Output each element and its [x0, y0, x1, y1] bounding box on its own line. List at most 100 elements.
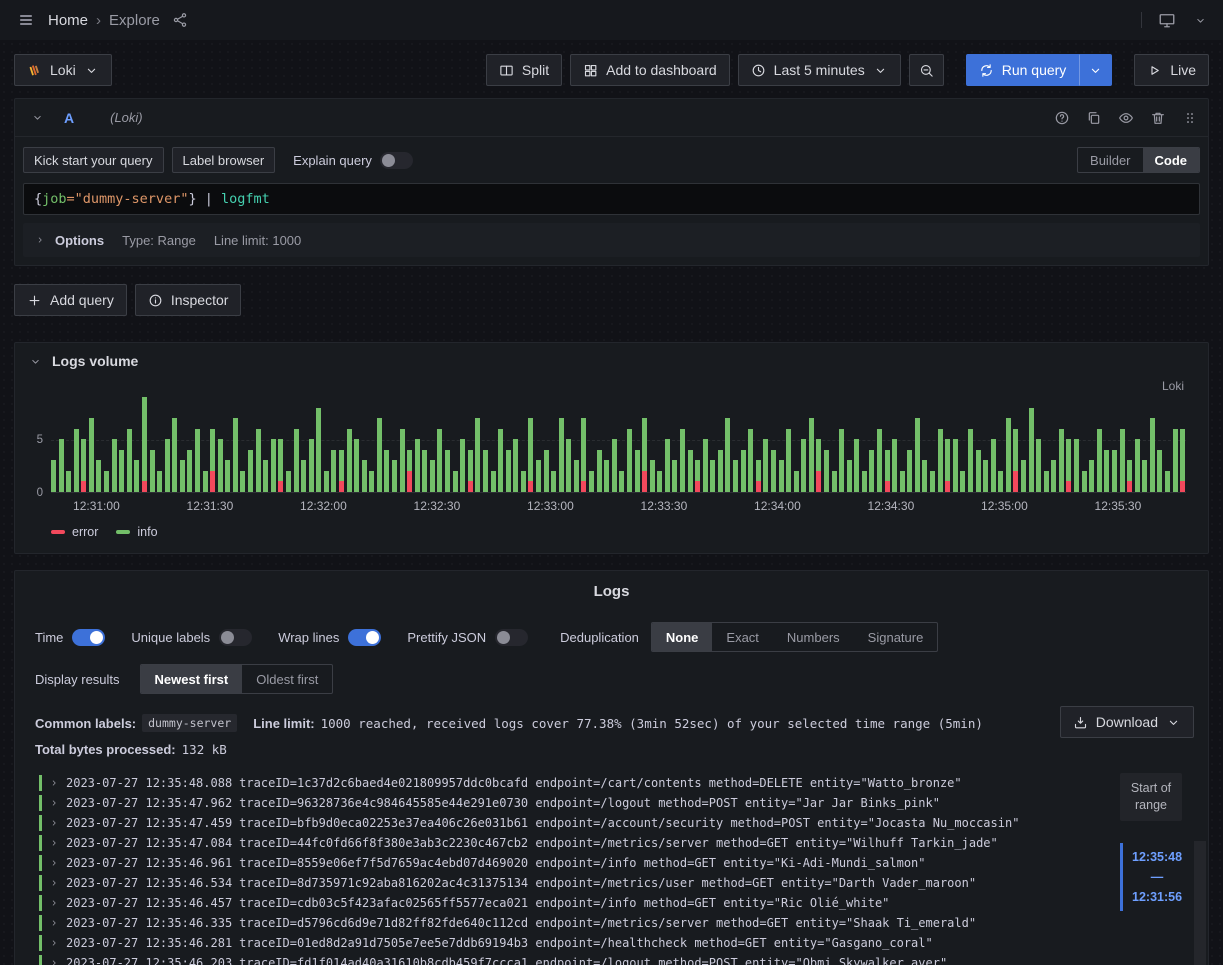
wrap-lines-toggle[interactable]: [348, 629, 381, 646]
options-chevron-right-icon[interactable]: [35, 235, 45, 245]
log-row[interactable]: 2023-07-27 12:35:46.281 traceID=01ed8d2a…: [39, 933, 1088, 953]
download-button[interactable]: Download: [1060, 706, 1194, 738]
kick-start-query-button[interactable]: Kick start your query: [23, 147, 164, 173]
oldest-first-option[interactable]: Oldest first: [242, 665, 332, 693]
deduplication-switch: None Exact Numbers Signature: [651, 622, 938, 652]
query-options-row[interactable]: Options Type: Range Line limit: 1000: [23, 223, 1200, 257]
time-toggle-label: Time: [35, 630, 63, 645]
query-code-input[interactable]: {job="dummy-server"} | logfmt: [23, 183, 1200, 215]
common-labels-badge: dummy-server: [142, 714, 237, 732]
log-timestamp: 2023-07-27 12:35:46.335: [66, 916, 232, 930]
legend-label: info: [137, 525, 157, 539]
legend-item-info[interactable]: info: [116, 525, 157, 539]
prettify-json-toggle[interactable]: [495, 629, 528, 646]
log-message: traceID=96328736e4c984645585e44e291e0730…: [239, 796, 940, 810]
log-rows: 2023-07-27 12:35:48.088 traceID=1c37d2c6…: [39, 773, 1208, 965]
time-toggle[interactable]: [72, 629, 105, 646]
x-axis: 12:31:0012:31:3012:32:0012:32:3012:33:00…: [51, 497, 1186, 519]
time-range-picker[interactable]: Last 5 minutes: [738, 54, 901, 86]
x-axis-tick: 12:33:30: [641, 499, 688, 513]
chart-legend: error info: [51, 525, 1186, 539]
datasource-picker[interactable]: Loki: [14, 54, 112, 86]
logs-volume-collapse-icon[interactable]: [27, 353, 44, 370]
log-row[interactable]: 2023-07-27 12:35:46.203 traceID=fd1f014a…: [39, 953, 1088, 965]
add-to-dashboard-button[interactable]: Add to dashboard: [570, 54, 730, 86]
breadcrumb-separator-icon: ›: [96, 12, 101, 29]
code-mode-option[interactable]: Code: [1143, 148, 1200, 172]
zoom-out-button[interactable]: [909, 54, 944, 86]
total-bytes-value: 132 kB: [182, 742, 227, 757]
log-row[interactable]: 2023-07-27 12:35:46.457 traceID=cdb03c5f…: [39, 893, 1088, 913]
log-timestamp: 2023-07-27 12:35:46.534: [66, 876, 232, 890]
log-row[interactable]: 2023-07-27 12:35:48.088 traceID=1c37d2c6…: [39, 773, 1088, 793]
line-limit-value: 1000 reached, received logs cover 77.38%…: [321, 716, 983, 731]
add-query-button[interactable]: Add query: [14, 284, 127, 316]
delete-query-trash-icon[interactable]: [1150, 110, 1166, 126]
breadcrumb-home[interactable]: Home: [48, 12, 88, 29]
explain-query-toggle[interactable]: [380, 152, 413, 169]
log-row[interactable]: 2023-07-27 12:35:47.459 traceID=bfb9d0ec…: [39, 813, 1088, 833]
x-axis-tick: 12:32:00: [300, 499, 347, 513]
expand-chevron-icon: [49, 878, 59, 888]
total-bytes-label: Total bytes processed:: [35, 742, 176, 757]
log-row[interactable]: 2023-07-27 12:35:46.534 traceID=8d735971…: [39, 873, 1088, 893]
download-icon: [1073, 715, 1088, 730]
query-token: job: [42, 191, 66, 207]
log-level-indicator: [39, 795, 42, 811]
datasource-name: Loki: [50, 62, 76, 78]
run-query-interval-dropdown[interactable]: [1079, 54, 1112, 86]
y-axis-tick: 5: [37, 434, 43, 446]
split-button[interactable]: Split: [486, 54, 562, 86]
x-axis-tick: 12:34:30: [868, 499, 915, 513]
duplicate-query-icon[interactable]: [1086, 110, 1102, 126]
expand-chevron-icon: [49, 938, 59, 948]
range-from: 12:35:48: [1132, 847, 1182, 867]
expand-chevron-icon: [49, 838, 59, 848]
log-message: traceID=8d735971c92aba816202ac4c31375134…: [239, 876, 976, 890]
wrap-lines-toggle-label: Wrap lines: [278, 630, 339, 645]
kiosk-monitor-icon[interactable]: [1156, 9, 1178, 31]
dedup-option-numbers[interactable]: Numbers: [773, 623, 854, 651]
live-button[interactable]: Live: [1134, 54, 1209, 86]
log-timestamp: 2023-07-27 12:35:46.961: [66, 856, 232, 870]
newest-first-option[interactable]: Newest first: [141, 665, 243, 693]
toggle-visibility-eye-icon[interactable]: [1118, 110, 1134, 126]
explain-query-label: Explain query: [293, 153, 372, 168]
dedup-option-exact[interactable]: Exact: [712, 623, 773, 651]
logs-controls: Time Unique labels Wrap lines Prettify J…: [15, 604, 1208, 694]
breadcrumb: Home › Explore: [48, 12, 160, 29]
x-axis-tick: 12:31:00: [73, 499, 120, 513]
share-icon[interactable]: [170, 10, 190, 30]
play-icon: [1147, 63, 1162, 78]
time-range-marker[interactable]: 12:35:48 — 12:31:56: [1120, 843, 1182, 911]
log-row[interactable]: 2023-07-27 12:35:47.962 traceID=96328736…: [39, 793, 1088, 813]
dedup-option-none[interactable]: None: [652, 623, 713, 651]
query-help-icon[interactable]: [1054, 110, 1070, 126]
log-row[interactable]: 2023-07-27 12:35:47.084 traceID=44fc0fd6…: [39, 833, 1088, 853]
chart-series-label: Loki: [51, 379, 1186, 393]
expand-chevron-icon: [49, 818, 59, 828]
start-of-range-button[interactable]: Start of range: [1120, 773, 1182, 821]
log-row[interactable]: 2023-07-27 12:35:46.335 traceID=d5796cd6…: [39, 913, 1088, 933]
query-ref-id[interactable]: A: [56, 110, 82, 126]
legend-item-error[interactable]: error: [51, 525, 98, 539]
label-browser-button[interactable]: Label browser: [172, 147, 276, 173]
dedup-option-signature[interactable]: Signature: [854, 623, 938, 651]
log-row[interactable]: 2023-07-27 12:35:46.961 traceID=8559e06e…: [39, 853, 1088, 873]
drag-handle-icon[interactable]: [1182, 110, 1198, 126]
logs-scrollbar[interactable]: [1194, 841, 1206, 965]
nav-chevron-down-icon[interactable]: [1192, 12, 1209, 29]
nav-divider: [1141, 12, 1142, 28]
inspector-button[interactable]: Inspector: [135, 284, 242, 316]
query-collapse-icon[interactable]: [29, 109, 46, 126]
info-circle-icon: [148, 293, 163, 308]
logs-volume-chart[interactable]: Loki 5 0 12:31:0012:31:3012:32:0012:32:3…: [15, 379, 1208, 545]
chevron-down-icon: [84, 63, 99, 78]
run-query-button[interactable]: Run query: [966, 54, 1080, 86]
builder-mode-option[interactable]: Builder: [1078, 148, 1142, 172]
logs-panel-title: Logs: [15, 571, 1208, 604]
expand-chevron-icon: [49, 958, 59, 965]
unique-labels-toggle[interactable]: [219, 629, 252, 646]
menu-icon[interactable]: [14, 8, 38, 32]
legend-label: error: [72, 525, 98, 539]
